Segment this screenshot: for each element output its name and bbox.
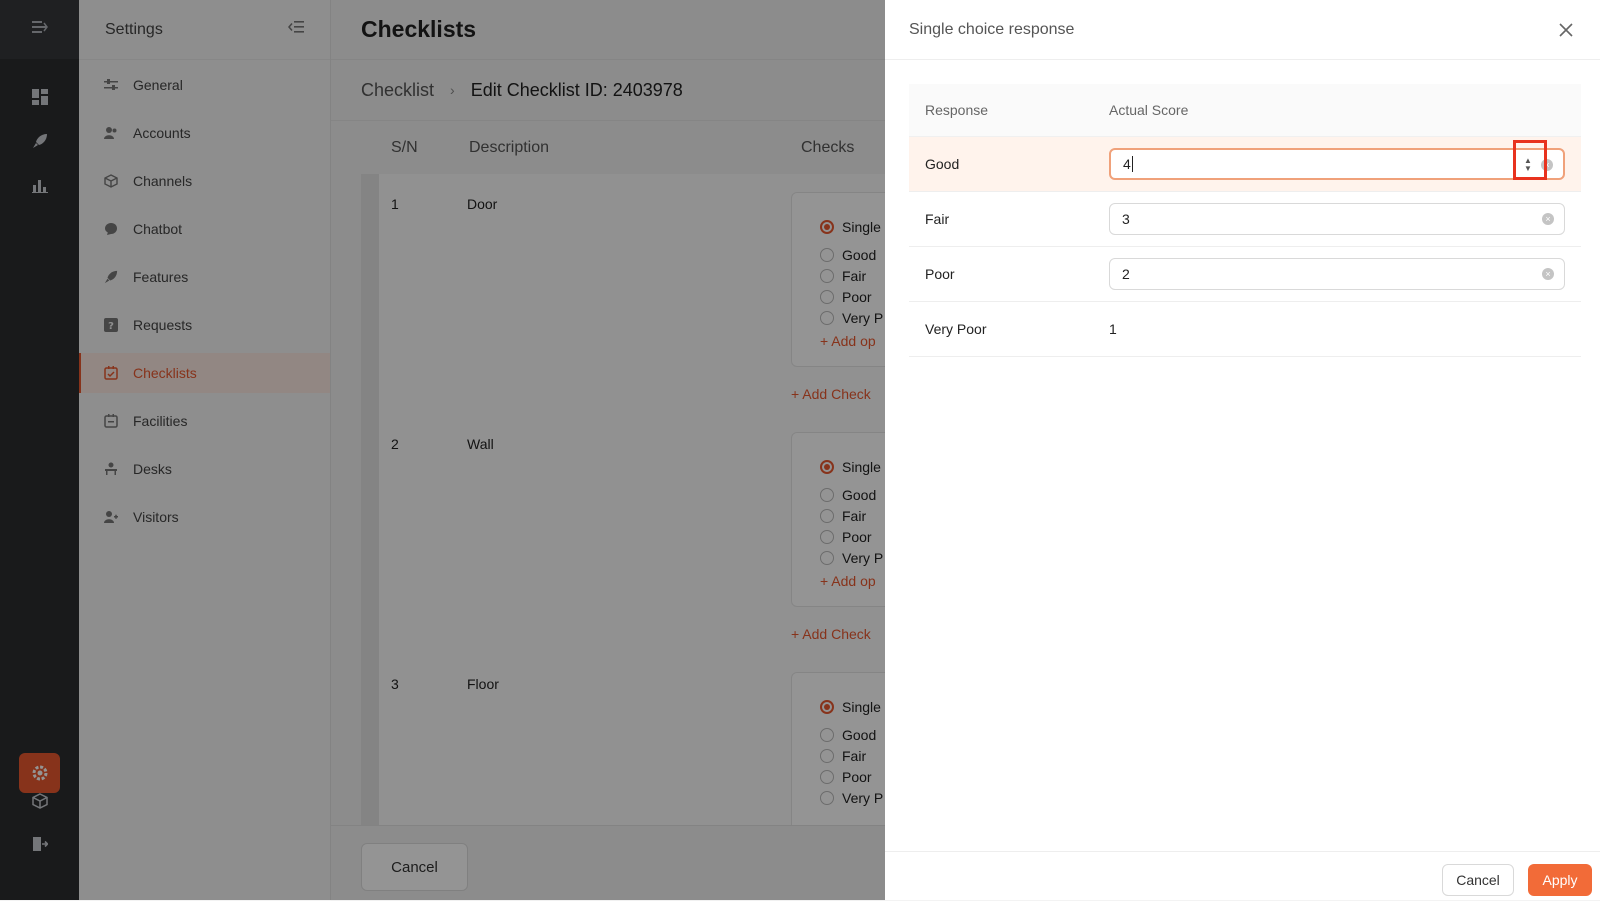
- table-row: Good 4 ▲ ▼ ×: [909, 137, 1581, 192]
- drawer-footer: Cancel Apply: [885, 851, 1600, 901]
- response-table: Response Actual Score Good 4 ▲ ▼ × Fair: [909, 84, 1581, 357]
- clear-icon[interactable]: ×: [1542, 213, 1554, 225]
- drawer-cancel-button[interactable]: Cancel: [1442, 864, 1514, 896]
- annotation-highlight-box: [1513, 140, 1547, 180]
- response-label: Poor: [925, 266, 955, 282]
- score-input[interactable]: 4 ▲ ▼ ×: [1109, 148, 1565, 180]
- score-input[interactable]: 2 ×: [1109, 258, 1565, 290]
- clear-icon[interactable]: ×: [1542, 268, 1554, 280]
- response-table-header: Response Actual Score: [909, 84, 1581, 137]
- response-label: Very Poor: [925, 321, 987, 337]
- drawer-title: Single choice response: [909, 20, 1075, 38]
- score-value: 3: [1122, 211, 1130, 227]
- score-cell: 3 ×: [1109, 203, 1581, 235]
- table-row: Very Poor 1: [909, 302, 1581, 357]
- table-row: Poor 2 ×: [909, 247, 1581, 302]
- response-label: Good: [925, 156, 960, 172]
- score-value: 2: [1122, 266, 1130, 282]
- column-header-score: Actual Score: [1109, 102, 1189, 118]
- score-cell: 4 ▲ ▼ ×: [1109, 148, 1581, 180]
- modal-overlay[interactable]: [0, 0, 885, 900]
- score-input[interactable]: 3 ×: [1109, 203, 1565, 235]
- score-cell: 2 ×: [1109, 258, 1581, 290]
- table-row: Fair 3 ×: [909, 192, 1581, 247]
- apply-button[interactable]: Apply: [1528, 864, 1592, 896]
- single-choice-drawer: Single choice response Response Actual S…: [885, 0, 1600, 900]
- column-header-response: Response: [925, 102, 989, 118]
- response-label: Fair: [925, 211, 950, 227]
- close-icon[interactable]: [1556, 20, 1576, 40]
- score-value: 4: [1123, 156, 1131, 172]
- drawer-header: Single choice response: [885, 0, 1600, 60]
- text-caret: [1131, 156, 1133, 172]
- score-value: 1: [1109, 321, 1117, 337]
